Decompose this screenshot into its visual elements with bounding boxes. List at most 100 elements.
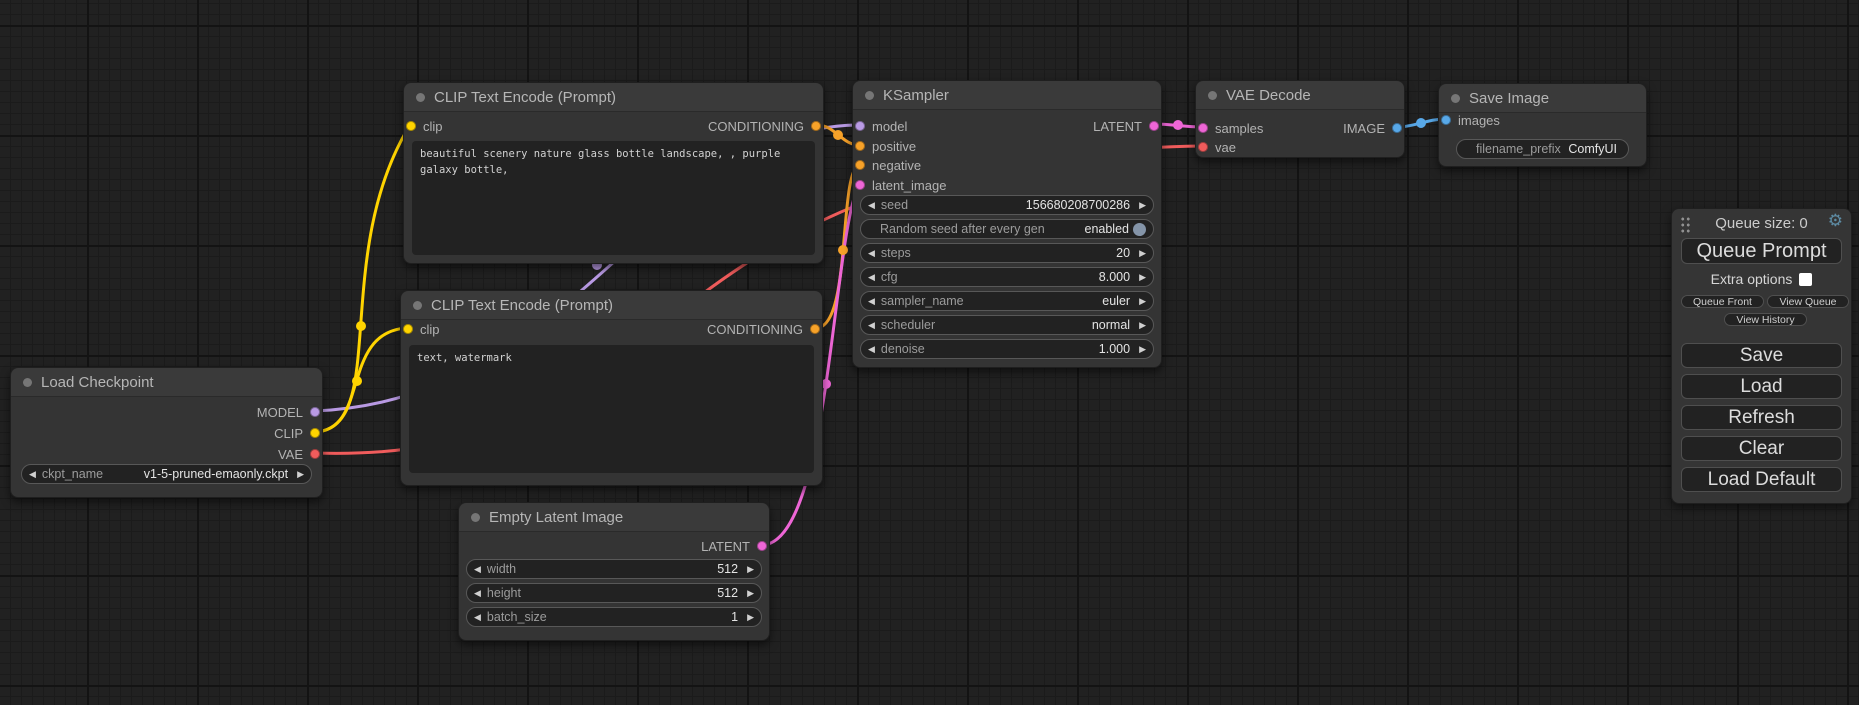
decrement-arrow-icon[interactable]: ◀ bbox=[868, 321, 875, 330]
increment-arrow-icon[interactable]: ▶ bbox=[1139, 273, 1146, 282]
output-slot-conditioning[interactable]: CONDITIONING bbox=[707, 319, 820, 339]
widget-filename-prefix[interactable]: filename_prefix ComfyUI bbox=[1456, 139, 1629, 159]
increment-arrow-icon[interactable]: ▶ bbox=[1139, 321, 1146, 330]
widget-sampler-name[interactable]: ◀ sampler_name euler ▶ bbox=[860, 291, 1154, 311]
increment-arrow-icon[interactable]: ▶ bbox=[747, 565, 754, 574]
toggle-knob[interactable] bbox=[1133, 223, 1146, 236]
increment-arrow-icon[interactable]: ▶ bbox=[1139, 249, 1146, 258]
input-slot-model[interactable]: model bbox=[855, 116, 907, 136]
widget-batch-size[interactable]: ◀ batch_size 1 ▶ bbox=[466, 607, 762, 627]
increment-arrow-icon[interactable]: ▶ bbox=[747, 613, 754, 622]
decrement-arrow-icon[interactable]: ◀ bbox=[868, 201, 875, 210]
input-slot-positive[interactable]: positive bbox=[855, 136, 916, 156]
widget-random-seed-toggle[interactable]: Random seed after every gen enabled bbox=[860, 219, 1154, 239]
slot-dot-negative[interactable] bbox=[855, 160, 865, 170]
slot-dot-model[interactable] bbox=[310, 407, 320, 417]
node-graph-canvas[interactable]: Load Checkpoint MODEL CLIP VAE ◀ ckpt_na… bbox=[0, 0, 1859, 705]
input-slot-negative[interactable]: negative bbox=[855, 155, 921, 175]
input-slot-clip[interactable]: clip bbox=[403, 319, 440, 339]
decrement-arrow-icon[interactable]: ◀ bbox=[868, 297, 875, 306]
increment-arrow-icon[interactable]: ▶ bbox=[747, 589, 754, 598]
widget-width[interactable]: ◀ width 512 ▶ bbox=[466, 559, 762, 579]
slot-dot-latent-image[interactable] bbox=[855, 180, 865, 190]
node-title-bar[interactable]: Save Image bbox=[1439, 84, 1646, 113]
slot-dot-image[interactable] bbox=[1392, 123, 1402, 133]
slot-dot-positive[interactable] bbox=[855, 141, 865, 151]
slot-dot-images[interactable] bbox=[1441, 115, 1451, 125]
slot-dot-model[interactable] bbox=[855, 121, 865, 131]
node-title-bar[interactable]: CLIP Text Encode (Prompt) bbox=[404, 83, 823, 112]
save-button[interactable]: Save bbox=[1681, 343, 1842, 368]
node-ksampler[interactable]: KSampler model LATENT positive negative … bbox=[852, 80, 1162, 368]
widget-cfg[interactable]: ◀ cfg 8.000 ▶ bbox=[860, 267, 1154, 287]
output-slot-clip[interactable]: CLIP bbox=[274, 423, 320, 443]
increment-arrow-icon[interactable]: ▶ bbox=[1139, 201, 1146, 210]
decrement-arrow-icon[interactable]: ◀ bbox=[868, 249, 875, 258]
load-button[interactable]: Load bbox=[1681, 374, 1842, 399]
view-history-button[interactable]: View History bbox=[1724, 313, 1807, 326]
output-slot-latent[interactable]: LATENT bbox=[701, 536, 767, 556]
node-empty-latent-image[interactable]: Empty Latent Image LATENT ◀ width 512 ▶ … bbox=[458, 502, 770, 641]
widget-steps[interactable]: ◀ steps 20 ▶ bbox=[860, 243, 1154, 263]
widget-ckpt-name[interactable]: ◀ ckpt_name v1-5-pruned-emaonly.ckpt ▶ bbox=[21, 464, 312, 484]
prompt-textarea-negative[interactable]: text, watermark bbox=[409, 345, 814, 473]
input-slot-vae[interactable]: vae bbox=[1198, 137, 1236, 157]
prompt-textarea-positive[interactable]: beautiful scenery nature glass bottle la… bbox=[412, 141, 815, 255]
node-title-bar[interactable]: Empty Latent Image bbox=[459, 503, 769, 532]
slot-dot-clip[interactable] bbox=[403, 324, 413, 334]
slot-dot-clip[interactable] bbox=[310, 428, 320, 438]
input-slot-samples[interactable]: samples bbox=[1198, 118, 1263, 138]
slot-dot-latent[interactable] bbox=[757, 541, 767, 551]
decrement-arrow-icon[interactable]: ◀ bbox=[29, 470, 36, 479]
widget-seed[interactable]: ◀ seed 156680208700286 ▶ bbox=[860, 195, 1154, 215]
node-save-image[interactable]: Save Image images filename_prefix ComfyU… bbox=[1438, 83, 1647, 167]
node-status-dot bbox=[471, 513, 480, 522]
increment-arrow-icon[interactable]: ▶ bbox=[297, 470, 304, 479]
input-slot-clip[interactable]: clip bbox=[406, 116, 443, 136]
widget-value: 512 bbox=[717, 586, 738, 600]
slot-dot-vae[interactable] bbox=[310, 449, 320, 459]
decrement-arrow-icon[interactable]: ◀ bbox=[474, 589, 481, 598]
node-title-bar[interactable]: VAE Decode bbox=[1196, 81, 1404, 110]
increment-arrow-icon[interactable]: ▶ bbox=[1139, 297, 1146, 306]
slot-label: IMAGE bbox=[1343, 121, 1385, 136]
node-clip-text-encode-positive[interactable]: CLIP Text Encode (Prompt) clip CONDITION… bbox=[403, 82, 824, 264]
output-slot-model[interactable]: MODEL bbox=[257, 402, 320, 422]
widget-denoise[interactable]: ◀ denoise 1.000 ▶ bbox=[860, 339, 1154, 359]
widget-scheduler[interactable]: ◀ scheduler normal ▶ bbox=[860, 315, 1154, 335]
slot-dot-conditioning[interactable] bbox=[811, 121, 821, 131]
node-load-checkpoint[interactable]: Load Checkpoint MODEL CLIP VAE ◀ ckpt_na… bbox=[10, 367, 323, 498]
decrement-arrow-icon[interactable]: ◀ bbox=[474, 613, 481, 622]
clear-button[interactable]: Clear bbox=[1681, 436, 1842, 461]
input-slot-images[interactable]: images bbox=[1441, 110, 1500, 130]
slot-dot-vae[interactable] bbox=[1198, 142, 1208, 152]
widget-height[interactable]: ◀ height 512 ▶ bbox=[466, 583, 762, 603]
gear-icon[interactable]: ⚙ bbox=[1828, 212, 1843, 229]
slot-dot-conditioning[interactable] bbox=[810, 324, 820, 334]
queue-prompt-button[interactable]: Queue Prompt bbox=[1681, 238, 1842, 264]
node-title-bar[interactable]: CLIP Text Encode (Prompt) bbox=[401, 291, 822, 320]
input-slot-latent-image[interactable]: latent_image bbox=[855, 175, 946, 195]
extra-options-checkbox[interactable] bbox=[1799, 273, 1812, 286]
decrement-arrow-icon[interactable]: ◀ bbox=[474, 565, 481, 574]
node-vae-decode[interactable]: VAE Decode samples IMAGE vae bbox=[1195, 80, 1405, 158]
node-title-bar[interactable]: KSampler bbox=[853, 81, 1161, 110]
output-slot-vae[interactable]: VAE bbox=[278, 444, 320, 464]
queue-front-button[interactable]: Queue Front bbox=[1681, 295, 1764, 308]
decrement-arrow-icon[interactable]: ◀ bbox=[868, 273, 875, 282]
output-slot-conditioning[interactable]: CONDITIONING bbox=[708, 116, 821, 136]
widget-label: width bbox=[487, 562, 516, 576]
slot-dot-clip[interactable] bbox=[406, 121, 416, 131]
node-clip-text-encode-negative[interactable]: CLIP Text Encode (Prompt) clip CONDITION… bbox=[400, 290, 823, 486]
increment-arrow-icon[interactable]: ▶ bbox=[1139, 345, 1146, 354]
view-queue-button[interactable]: View Queue bbox=[1767, 295, 1849, 308]
slot-dot-samples[interactable] bbox=[1198, 123, 1208, 133]
decrement-arrow-icon[interactable]: ◀ bbox=[868, 345, 875, 354]
load-default-button[interactable]: Load Default bbox=[1681, 467, 1842, 492]
node-title-bar[interactable]: Load Checkpoint bbox=[11, 368, 322, 397]
widget-value: 1.000 bbox=[1099, 342, 1130, 356]
output-slot-latent[interactable]: LATENT bbox=[1093, 116, 1159, 136]
refresh-button[interactable]: Refresh bbox=[1681, 405, 1842, 430]
output-slot-image[interactable]: IMAGE bbox=[1343, 118, 1402, 138]
slot-dot-latent[interactable] bbox=[1149, 121, 1159, 131]
